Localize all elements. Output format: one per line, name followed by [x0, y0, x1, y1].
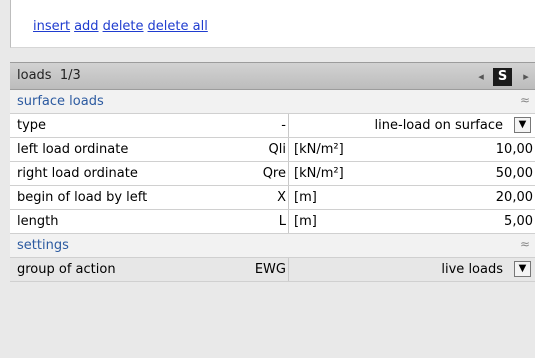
- action-links: insert add delete delete all: [33, 19, 212, 34]
- loads-panel: loads 1/3 ◂ S ▸ surface loads ≈ type - l…: [10, 62, 535, 358]
- row-label: begin of load by left: [17, 190, 148, 205]
- column-divider: [288, 114, 289, 137]
- delete-all-link[interactable]: delete all: [148, 19, 208, 34]
- add-link[interactable]: add: [74, 19, 98, 34]
- collapse-icon[interactable]: ≈: [520, 237, 530, 251]
- table-row: left load ordinate Qli [kN/m²] 10,00: [10, 138, 535, 162]
- table-row: length L [m] 5,00: [10, 210, 535, 234]
- column-divider: [288, 186, 289, 209]
- begin-of-load-input[interactable]: 20,00: [496, 190, 533, 205]
- column-divider: [288, 138, 289, 161]
- row-label: left load ordinate: [17, 142, 129, 157]
- column-divider: [288, 210, 289, 233]
- panel-counter: 1/3: [59, 68, 81, 83]
- row-unit: [kN/m²]: [294, 166, 344, 181]
- previous-arrow-icon[interactable]: ◂: [472, 67, 490, 87]
- insert-link[interactable]: insert: [33, 19, 70, 34]
- row-symbol: Qli: [268, 142, 286, 157]
- row-unit: [kN/m²]: [294, 142, 344, 157]
- right-load-ordinate-input[interactable]: 50,00: [496, 166, 533, 181]
- panel-nav: ◂ S ▸: [454, 67, 535, 87]
- table-row: type - line-load on surface ▼: [10, 114, 535, 138]
- row-symbol: EWG: [254, 262, 286, 277]
- section-settings[interactable]: settings ≈: [10, 234, 535, 258]
- s-button[interactable]: S: [493, 68, 512, 86]
- collapse-icon[interactable]: ≈: [520, 93, 530, 107]
- row-unit: [m]: [294, 214, 317, 229]
- row-symbol: -: [281, 118, 286, 133]
- table-row: group of action EWG live loads ▼: [10, 258, 535, 282]
- row-label: length: [17, 214, 59, 229]
- delete-link[interactable]: delete: [103, 19, 144, 34]
- length-input[interactable]: 5,00: [504, 214, 533, 229]
- column-divider: [288, 162, 289, 185]
- next-arrow-icon[interactable]: ▸: [517, 67, 535, 87]
- row-label: type: [17, 118, 47, 133]
- row-symbol: L: [278, 214, 286, 229]
- dropdown-arrow-icon[interactable]: ▼: [514, 261, 531, 277]
- action-bar: insert add delete delete all: [10, 0, 535, 48]
- row-symbol: X: [277, 190, 286, 205]
- row-label: group of action: [17, 262, 116, 277]
- row-label: right load ordinate: [17, 166, 138, 181]
- dropdown-arrow-icon[interactable]: ▼: [514, 117, 531, 133]
- panel-titlebar: loads 1/3 ◂ S ▸: [10, 62, 535, 90]
- column-divider: [288, 258, 289, 281]
- section-surface-loads[interactable]: surface loads ≈: [10, 90, 535, 114]
- group-of-action-select[interactable]: live loads: [441, 262, 503, 277]
- type-select[interactable]: line-load on surface: [375, 118, 503, 133]
- panel-title: loads 1/3: [17, 68, 81, 83]
- table-row: right load ordinate Qre [kN/m²] 50,00: [10, 162, 535, 186]
- row-unit: [m]: [294, 190, 317, 205]
- left-load-ordinate-input[interactable]: 10,00: [496, 142, 533, 157]
- table-row: begin of load by left X [m] 20,00: [10, 186, 535, 210]
- section-title: settings: [17, 238, 69, 253]
- row-symbol: Qre: [262, 166, 286, 181]
- section-title: surface loads: [17, 94, 104, 109]
